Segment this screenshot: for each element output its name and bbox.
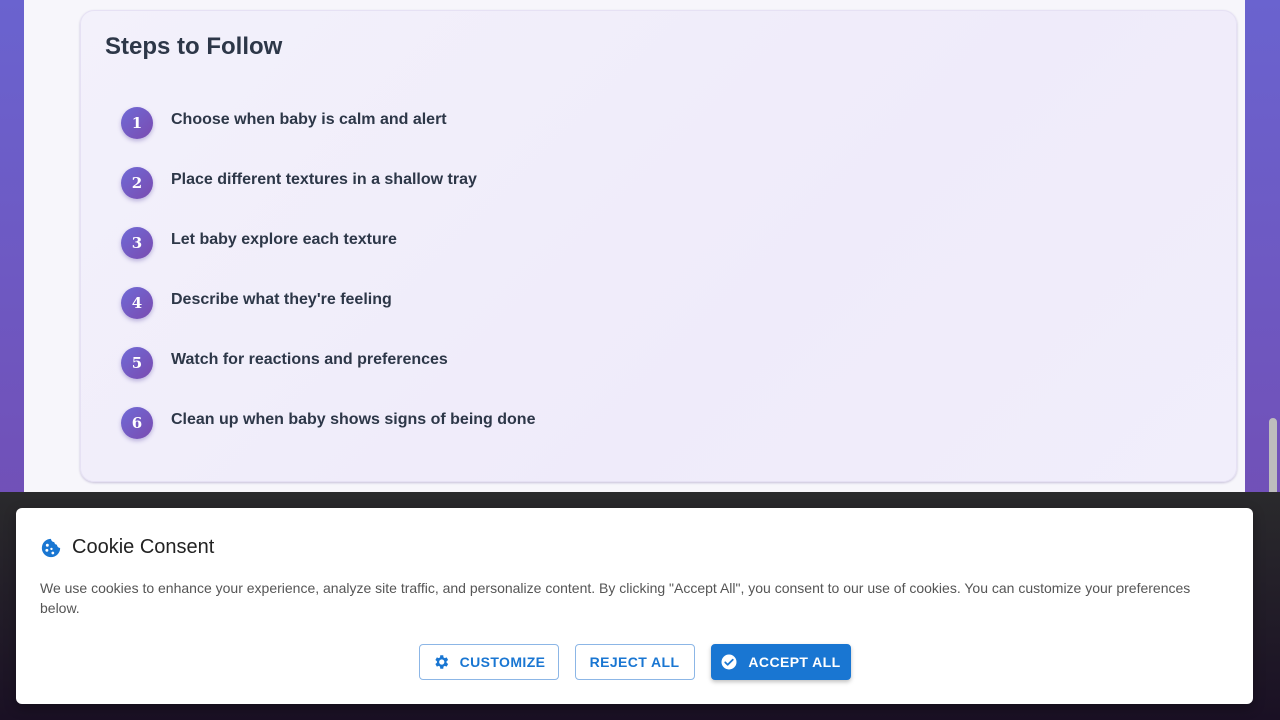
- accept-all-button[interactable]: ACCEPT ALL: [710, 644, 851, 680]
- step-item: 2 Place different textures in a shallow …: [121, 167, 535, 227]
- cookie-consent-dialog: Cookie Consent We use cookies to enhance…: [16, 508, 1253, 704]
- customize-button[interactable]: CUSTOMIZE: [418, 644, 559, 680]
- step-number-badge: 3: [121, 227, 153, 259]
- step-text: Clean up when baby shows signs of being …: [171, 411, 536, 428]
- step-number-badge: 1: [121, 107, 153, 139]
- cookie-actions: CUSTOMIZE REJECT ALL ACCEPT ALL: [16, 644, 1253, 680]
- cookie-icon: [41, 538, 61, 557]
- reject-all-button[interactable]: REJECT ALL: [574, 644, 695, 680]
- step-text: Describe what they're feeling: [171, 291, 392, 308]
- step-text: Choose when baby is calm and alert: [171, 111, 447, 128]
- step-item: 4 Describe what they're feeling: [121, 287, 535, 347]
- step-number-badge: 6: [121, 407, 153, 439]
- check-circle-icon: [721, 654, 737, 670]
- cookie-message: We use cookies to enhance your experienc…: [40, 580, 1191, 616]
- step-item: 5 Watch for reactions and preferences: [121, 347, 535, 407]
- cookie-header: Cookie Consent: [40, 536, 214, 559]
- cookie-title: Cookie Consent: [72, 536, 215, 558]
- customize-label: CUSTOMIZE: [459, 654, 546, 670]
- step-text: Let baby explore each texture: [171, 231, 397, 248]
- step-number-badge: 4: [121, 287, 153, 319]
- reject-label: REJECT ALL: [589, 654, 680, 670]
- gear-icon: [434, 655, 448, 669]
- step-text: Watch for reactions and preferences: [171, 351, 448, 368]
- step-item: 1 Choose when baby is calm and alert: [121, 107, 535, 167]
- steps-card: Steps to Follow 1 Choose when baby is ca…: [80, 10, 1237, 482]
- step-number-badge: 2: [121, 167, 153, 199]
- step-item: 6 Clean up when baby shows signs of bein…: [121, 407, 535, 467]
- accept-label: ACCEPT ALL: [748, 654, 841, 670]
- steps-title: Steps to Follow: [105, 33, 283, 60]
- step-text: Place different textures in a shallow tr…: [171, 171, 477, 188]
- step-item: 3 Let baby explore each texture: [121, 227, 535, 287]
- step-number-badge: 5: [121, 347, 153, 379]
- steps-list: 1 Choose when baby is calm and alert 2 P…: [121, 107, 535, 467]
